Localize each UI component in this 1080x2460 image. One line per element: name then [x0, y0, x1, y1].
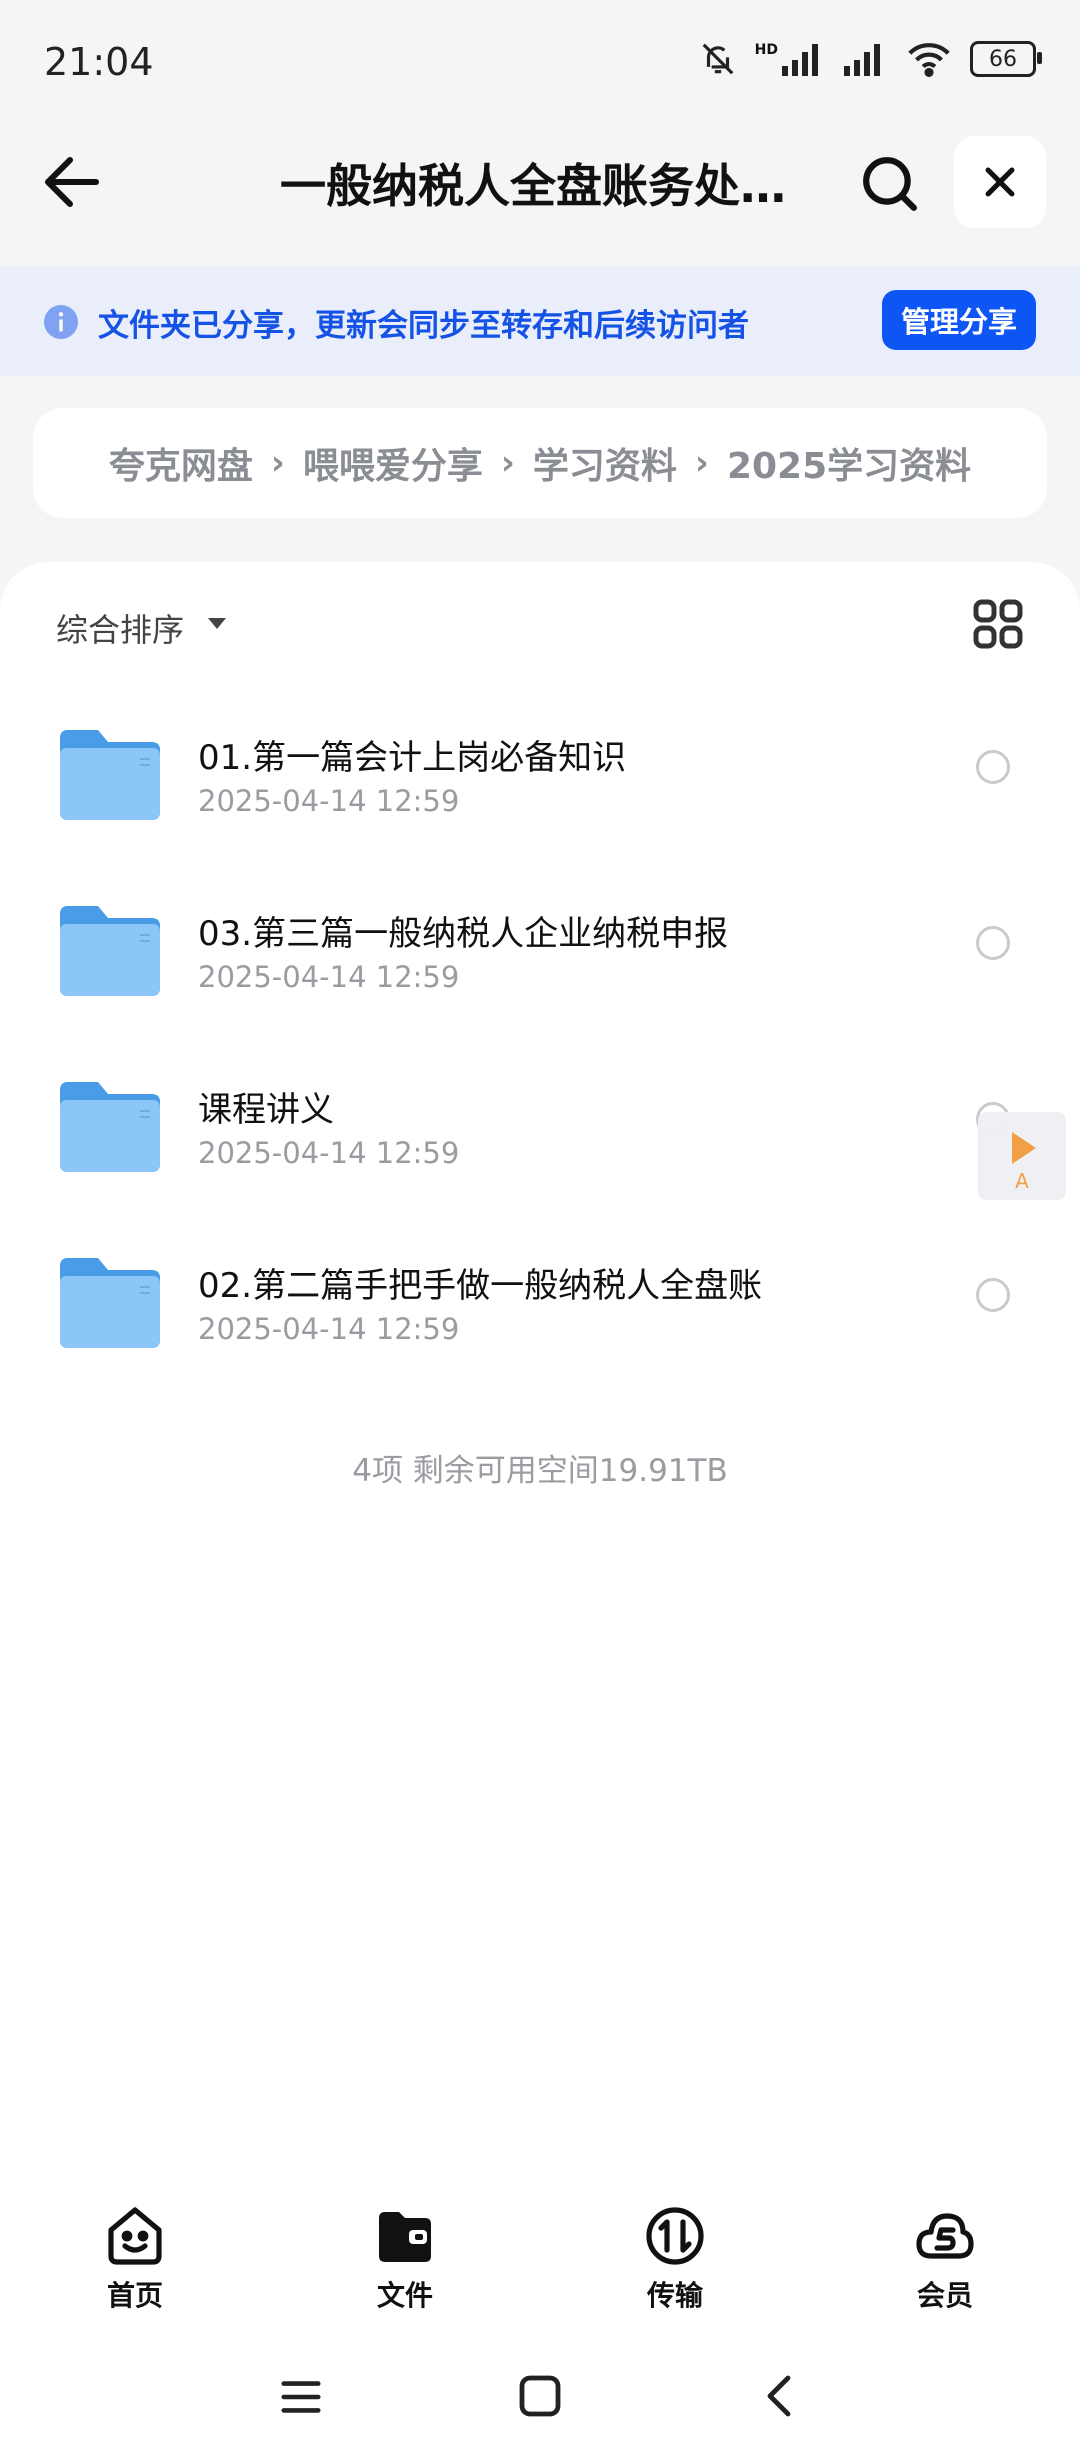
close-icon: [985, 167, 1015, 197]
vip-cloud-icon: [916, 2213, 974, 2259]
square-icon: [519, 2375, 561, 2417]
breadcrumb: 夸克网盘 › 喂喂爱分享 › 学习资料 › 2025学习资料: [33, 408, 1047, 518]
grid-view-icon: [973, 599, 1023, 649]
manage-share-button[interactable]: 管理分享: [882, 290, 1036, 350]
caret-down-icon: [208, 618, 226, 629]
nav-label: 会员: [916, 2279, 973, 2312]
file-name: 02.第二篇手把手做一般纳税人全盘账: [198, 1266, 763, 1306]
breadcrumb-item-quark-drive[interactable]: 夸克网盘: [109, 437, 253, 489]
file-date: 2025-04-14 12:59: [198, 784, 460, 818]
nav-label: 首页: [106, 2279, 163, 2312]
folder-icon: [60, 730, 160, 820]
mute-bell-icon: [702, 43, 734, 75]
folder-icon: [60, 906, 160, 996]
info-icon: [44, 305, 78, 343]
nav-label: 传输: [646, 2279, 703, 2312]
file-name: 03.第三篇一般纳税人企业纳税申报: [198, 914, 729, 954]
file-date: 2025-04-14 12:59: [198, 1312, 460, 1346]
sort-dropdown[interactable]: 综合排序: [56, 605, 184, 651]
home-smile-icon: [108, 2207, 162, 2265]
file-row[interactable]: 02.第二篇手把手做一般纳税人全盘账 2025-04-14 12:59: [0, 1218, 1080, 1394]
select-checkbox[interactable]: [976, 1278, 1010, 1312]
folder-files-icon: [379, 2212, 431, 2262]
network-hd-label: HD: [754, 42, 778, 58]
grid-view-toggle[interactable]: [972, 598, 1024, 654]
search-button[interactable]: [860, 154, 918, 216]
menu-icon: [281, 2381, 321, 2413]
nav-vip[interactable]: 会员: [845, 2190, 1045, 2340]
file-row[interactable]: 03.第三篇一般纳税人企业纳税申报 2025-04-14 12:59: [0, 866, 1080, 1042]
search-icon: [863, 157, 917, 211]
battery-icon: 66: [970, 41, 1042, 77]
page-title: 一般纳税人全盘账务处…: [280, 159, 786, 213]
chevron-right-icon: ›: [694, 443, 709, 483]
system-back-button[interactable]: [756, 2372, 804, 2424]
file-date: 2025-04-14 12:59: [198, 960, 460, 994]
breadcrumb-item-study[interactable]: 学习资料: [533, 437, 677, 489]
file-name: 课程讲义: [198, 1090, 334, 1130]
signal-icon: [782, 44, 818, 76]
recent-apps-button[interactable]: [278, 2374, 324, 2424]
select-checkbox[interactable]: [976, 750, 1010, 784]
file-row[interactable]: 01.第一篇会计上岗必备知识 2025-04-14 12:59: [0, 690, 1080, 866]
back-button[interactable]: [44, 156, 100, 212]
nav-files[interactable]: 文件: [305, 2190, 505, 2340]
chevron-left-icon: [767, 2375, 791, 2417]
signal-icon-2: [844, 44, 880, 76]
floating-play-widget[interactable]: A: [978, 1112, 1066, 1200]
nav-label: 文件: [376, 2279, 433, 2312]
transfer-icon: [646, 2207, 704, 2265]
arrow-left-icon: [45, 157, 99, 207]
widget-label: A: [1015, 1169, 1029, 1193]
status-time: 21:04: [44, 40, 154, 84]
breadcrumb-item-current[interactable]: 2025学习资料: [727, 437, 971, 489]
bottom-nav: 首页 文件 传输 会员: [0, 2190, 1080, 2340]
close-button[interactable]: [954, 136, 1046, 228]
battery-level: 66: [989, 46, 1017, 72]
status-icons: HD 66: [699, 40, 1042, 78]
chevron-right-icon: ›: [270, 443, 285, 483]
nav-home[interactable]: 首页: [35, 2190, 235, 2340]
breadcrumb-item-share[interactable]: 喂喂爱分享: [303, 437, 483, 489]
wifi-icon: [908, 43, 950, 77]
home-button[interactable]: [516, 2372, 564, 2424]
file-date: 2025-04-14 12:59: [198, 1136, 460, 1170]
nav-transfer[interactable]: 传输: [575, 2190, 775, 2340]
storage-info: 4项 剩余可用空间19.91TB: [352, 1453, 728, 1489]
file-row[interactable]: 课程讲义 2025-04-14 12:59: [0, 1042, 1080, 1218]
chevron-right-icon: ›: [500, 443, 515, 483]
folder-icon: [60, 1082, 160, 1172]
file-name: 01.第一篇会计上岗必备知识: [198, 738, 627, 778]
play-icon: A: [1012, 1132, 1036, 1193]
select-checkbox[interactable]: [976, 926, 1010, 960]
share-banner-text: 文件夹已分享，更新会同步至转存和后续访问者: [98, 308, 749, 344]
folder-icon: [60, 1258, 160, 1348]
